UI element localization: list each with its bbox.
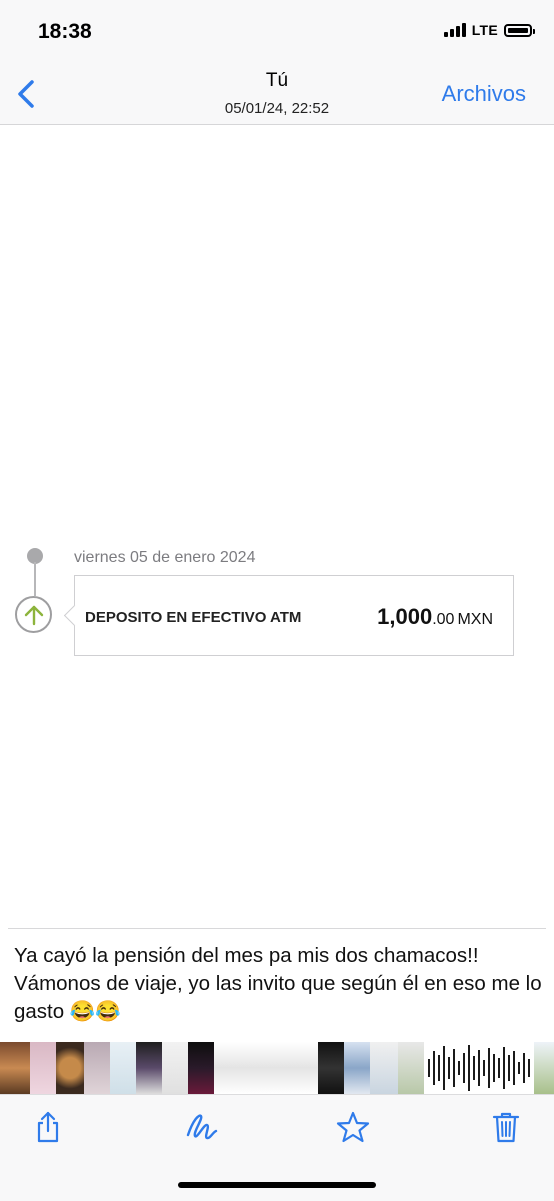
signal-icon: [443, 23, 466, 37]
amount-decimal: .00: [432, 611, 455, 628]
transaction-amount: 1,000.00 MXN: [377, 604, 493, 630]
transaction-card: DEPOSITO EN EFECTIVO ATM 1,000.00 MXN: [63, 575, 514, 656]
star-icon: [336, 1111, 370, 1143]
transaction-date: viernes 05 de enero 2024: [74, 549, 256, 566]
delete-button[interactable]: [488, 1109, 524, 1145]
thumbnail-audio-waveform[interactable]: [424, 1042, 534, 1094]
thumbnail[interactable]: [534, 1042, 554, 1094]
deposit-badge: [15, 596, 52, 633]
thumbnail[interactable]: [370, 1042, 398, 1094]
thumbnail[interactable]: [84, 1042, 110, 1094]
network-label: LTE: [471, 22, 498, 38]
arrow-up-icon: [24, 605, 43, 625]
home-indicator[interactable]: [178, 1182, 376, 1188]
share-button[interactable]: [30, 1109, 66, 1145]
thumbnail[interactable]: [110, 1042, 136, 1094]
thumbnail[interactable]: [188, 1042, 214, 1094]
caption-divider: [8, 928, 546, 929]
thumbnail[interactable]: [344, 1042, 370, 1094]
thumbnail-strip[interactable]: [0, 1042, 554, 1094]
trash-icon: [492, 1112, 520, 1143]
card-pointer: [63, 604, 86, 627]
amount-integer: 1,000: [377, 604, 433, 629]
share-icon: [37, 1111, 59, 1143]
transaction-description: DEPOSITO EN EFECTIVO ATM: [85, 609, 302, 626]
thumbnail[interactable]: [56, 1042, 84, 1094]
markup-icon: [186, 1114, 218, 1140]
status-time: 18:38: [38, 20, 92, 43]
timeline-line: [34, 562, 36, 596]
thumbnail[interactable]: [0, 1042, 30, 1094]
battery-icon: [504, 23, 535, 37]
status-indicators: LTE: [443, 22, 535, 38]
thumbnail[interactable]: [398, 1042, 424, 1094]
thumbnail[interactable]: [136, 1042, 162, 1094]
top-bar: 18:38 LTE Tú 05/01/24, 22:52 Archivos: [0, 0, 554, 125]
archive-button[interactable]: Archivos: [442, 81, 526, 107]
thumbnail[interactable]: [214, 1042, 318, 1094]
thumbnail[interactable]: [30, 1042, 56, 1094]
thumbnail[interactable]: [318, 1042, 344, 1094]
thumbnail[interactable]: [162, 1042, 188, 1094]
photo-caption: Ya cayó la pensión del mes pa mis dos ch…: [14, 944, 542, 1023]
favorite-button[interactable]: [335, 1109, 371, 1145]
markup-button[interactable]: [184, 1109, 220, 1145]
amount-currency: MXN: [457, 611, 493, 628]
